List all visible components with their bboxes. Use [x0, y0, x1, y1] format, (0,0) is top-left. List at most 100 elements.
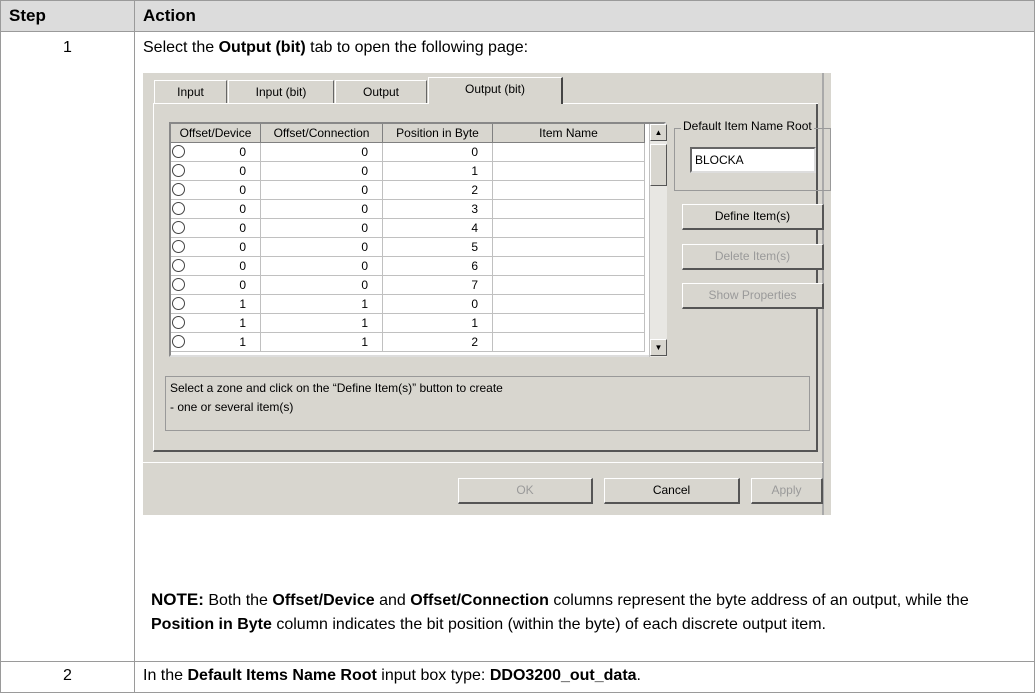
- cell-offset-connection[interactable]: 0: [261, 257, 383, 276]
- cell-position-in-byte[interactable]: 5: [383, 238, 493, 257]
- cell-offset-device[interactable]: 0: [171, 219, 261, 238]
- radio-circle-icon[interactable]: [172, 145, 185, 158]
- radio-circle-icon[interactable]: [172, 297, 185, 310]
- table-row[interactable]: 1 1 0: [171, 295, 645, 314]
- cell-offset-connection[interactable]: 0: [261, 143, 383, 162]
- cell-position-in-byte[interactable]: 0: [383, 295, 493, 314]
- cell-value: 0: [239, 240, 246, 254]
- table-row[interactable]: 0 0 4: [171, 219, 645, 238]
- cell-position-in-byte[interactable]: 2: [383, 333, 493, 352]
- cell-value: 1: [471, 316, 478, 330]
- cell-value: 7: [471, 278, 478, 292]
- cell-position-in-byte[interactable]: 2: [383, 181, 493, 200]
- cell-item-name[interactable]: [493, 219, 645, 238]
- cell-value: 0: [361, 164, 368, 178]
- cell-item-name[interactable]: [493, 143, 645, 162]
- col-offset-connection[interactable]: Offset/Connection: [261, 124, 383, 143]
- table-row[interactable]: 0 0 6: [171, 257, 645, 276]
- cell-offset-connection[interactable]: 1: [261, 314, 383, 333]
- cell-position-in-byte[interactable]: 1: [383, 314, 493, 333]
- radio-circle-icon[interactable]: [172, 202, 185, 215]
- cell-position-in-byte[interactable]: 0: [383, 143, 493, 162]
- tab-input-bit[interactable]: Input (bit): [228, 80, 334, 104]
- delete-items-button[interactable]: Delete Item(s): [682, 244, 824, 270]
- cell-offset-device[interactable]: 1: [171, 333, 261, 352]
- table-row: 1 Select the Output (bit) tab to open th…: [0, 31, 1035, 662]
- help-line-2: - one or several item(s): [170, 400, 294, 414]
- col-item-name[interactable]: Item Name: [493, 124, 645, 143]
- radio-circle-icon[interactable]: [172, 221, 185, 234]
- col-position-in-byte[interactable]: Position in Byte: [383, 124, 493, 143]
- define-items-button[interactable]: Define Item(s): [682, 204, 824, 230]
- table-row[interactable]: 0 0 2: [171, 181, 645, 200]
- cell-value: 1: [239, 316, 246, 330]
- radio-circle-icon[interactable]: [172, 278, 185, 291]
- items-grid[interactable]: Offset/Device Offset/Connection Position…: [169, 122, 667, 357]
- cell-offset-connection[interactable]: 1: [261, 295, 383, 314]
- cell-item-name[interactable]: [493, 162, 645, 181]
- cell-position-in-byte[interactable]: 7: [383, 276, 493, 295]
- cell-offset-connection[interactable]: 0: [261, 181, 383, 200]
- cell-offset-device[interactable]: 0: [171, 200, 261, 219]
- table-row[interactable]: 0 0 1: [171, 162, 645, 181]
- cell-offset-connection[interactable]: 0: [261, 219, 383, 238]
- bold-term: Output (bit): [218, 39, 306, 56]
- cell-item-name[interactable]: [493, 257, 645, 276]
- cell-offset-device[interactable]: 0: [171, 162, 261, 181]
- vertical-scrollbar[interactable]: ▲ ▼: [649, 124, 667, 357]
- cell-offset-device[interactable]: 0: [171, 276, 261, 295]
- cell-offset-device[interactable]: 1: [171, 314, 261, 333]
- cell-item-name[interactable]: [493, 314, 645, 333]
- cell-offset-connection[interactable]: 0: [261, 276, 383, 295]
- cell-item-name[interactable]: [493, 200, 645, 219]
- cell-item-name[interactable]: [493, 276, 645, 295]
- col-offset-device[interactable]: Offset/Device: [171, 124, 261, 143]
- cell-value: 5: [471, 240, 478, 254]
- cell-item-name[interactable]: [493, 181, 645, 200]
- cell-offset-device[interactable]: 0: [171, 238, 261, 257]
- tab-output-bit[interactable]: Output (bit): [428, 77, 563, 104]
- radio-circle-icon[interactable]: [172, 240, 185, 253]
- cancel-button[interactable]: Cancel: [604, 478, 740, 504]
- cell-item-name[interactable]: [493, 333, 645, 352]
- cell-position-in-byte[interactable]: 4: [383, 219, 493, 238]
- cell-offset-connection[interactable]: 0: [261, 162, 383, 181]
- tab-output[interactable]: Output: [335, 80, 427, 104]
- cell-item-name[interactable]: [493, 295, 645, 314]
- cell-position-in-byte[interactable]: 1: [383, 162, 493, 181]
- help-message: Select a zone and click on the “Define I…: [165, 376, 810, 431]
- cell-position-in-byte[interactable]: 6: [383, 257, 493, 276]
- radio-circle-icon[interactable]: [172, 335, 185, 348]
- table-row[interactable]: 0 0 7: [171, 276, 645, 295]
- scroll-down-arrow-icon[interactable]: ▼: [650, 339, 667, 356]
- ok-button[interactable]: OK: [458, 478, 593, 504]
- cell-value: 0: [361, 221, 368, 235]
- cell-offset-connection[interactable]: 0: [261, 200, 383, 219]
- cell-value: 3: [471, 202, 478, 216]
- table-row[interactable]: 0 0 3: [171, 200, 645, 219]
- table-row[interactable]: 1 1 2: [171, 333, 645, 352]
- cell-value: 4: [471, 221, 478, 235]
- show-properties-button[interactable]: Show Properties: [682, 283, 824, 309]
- cell-offset-connection[interactable]: 1: [261, 333, 383, 352]
- cell-offset-connection[interactable]: 0: [261, 238, 383, 257]
- cell-offset-device[interactable]: 0: [171, 143, 261, 162]
- table-row[interactable]: 0 0 5: [171, 238, 645, 257]
- cell-offset-device[interactable]: 0: [171, 181, 261, 200]
- scroll-thumb[interactable]: [650, 144, 667, 186]
- tab-input[interactable]: Input: [154, 80, 227, 104]
- table-row[interactable]: 0 0 0: [171, 143, 645, 162]
- table-row[interactable]: 1 1 1: [171, 314, 645, 333]
- apply-button[interactable]: Apply: [751, 478, 823, 504]
- cell-position-in-byte[interactable]: 3: [383, 200, 493, 219]
- radio-circle-icon[interactable]: [172, 183, 185, 196]
- cell-offset-device[interactable]: 0: [171, 257, 261, 276]
- radio-circle-icon[interactable]: [172, 316, 185, 329]
- scroll-up-arrow-icon[interactable]: ▲: [650, 124, 667, 141]
- radio-circle-icon[interactable]: [172, 259, 185, 272]
- header-action: Action: [134, 0, 1035, 32]
- default-name-input[interactable]: BLOCKA: [690, 147, 816, 173]
- cell-offset-device[interactable]: 1: [171, 295, 261, 314]
- cell-item-name[interactable]: [493, 238, 645, 257]
- radio-circle-icon[interactable]: [172, 164, 185, 177]
